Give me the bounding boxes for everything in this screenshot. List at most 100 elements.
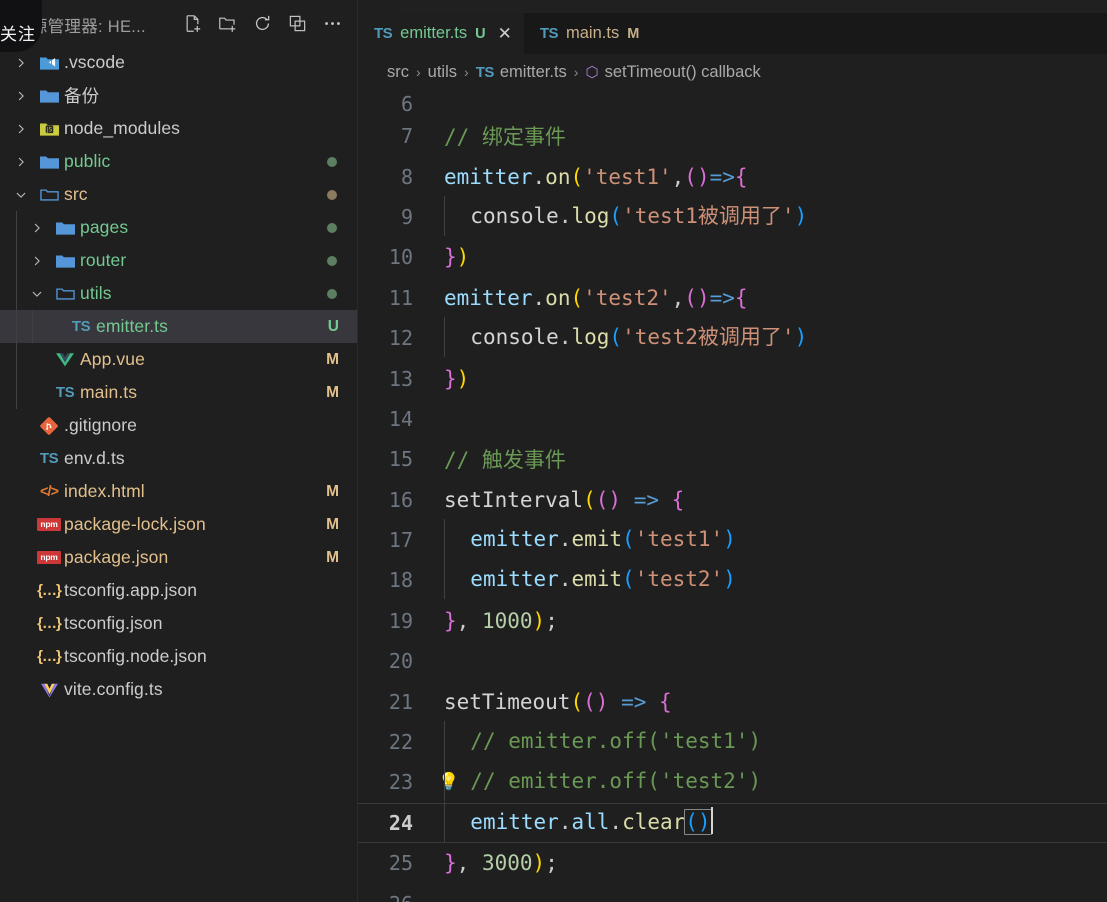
tree-item--gitignore[interactable]: .gitignore <box>0 409 357 442</box>
chevron-right-icon[interactable] <box>8 89 34 103</box>
code-line-text: }) <box>430 245 469 269</box>
tree-item-label: package-lock.json <box>64 514 206 535</box>
tree-item-index-html[interactable]: </>index.htmlM <box>0 475 357 508</box>
new-folder-icon[interactable] <box>216 12 238 34</box>
git-status-badge: U <box>328 318 339 336</box>
code-token: . <box>559 527 572 551</box>
tree-item-main-ts[interactable]: TSmain.tsM <box>0 376 357 409</box>
chevron-down-icon[interactable] <box>8 188 34 202</box>
code-line[interactable]: 7// 绑定事件 <box>358 116 1107 156</box>
code-line[interactable]: 12 console.log('test2被调用了') <box>358 318 1107 358</box>
code-editor[interactable]: 67// 绑定事件8emitter.on('test1',()=>{9 cons… <box>358 90 1107 902</box>
tree-item-src[interactable]: src <box>0 178 357 211</box>
breadcrumb[interactable]: src›utils›TSemitter.ts›⬡setTimeout() cal… <box>358 54 1107 90</box>
code-token: emit <box>571 567 622 591</box>
tree-item-utils[interactable]: utils <box>0 277 357 310</box>
code-line-text: console.log('test2被调用了') <box>430 318 807 358</box>
code-line[interactable]: 6 <box>358 90 1107 116</box>
code-line[interactable]: 8emitter.on('test1',()=>{ <box>358 156 1107 196</box>
code-token: emitter <box>444 286 533 310</box>
code-token: ) <box>596 690 609 714</box>
code-line[interactable]: 13}) <box>358 358 1107 398</box>
code-line[interactable]: 16setInterval(() => { <box>358 480 1107 520</box>
code-line[interactable]: 23💡 // emitter.off('test2') <box>358 762 1107 802</box>
tree-item-router[interactable]: router <box>0 244 357 277</box>
code-token: on <box>545 165 570 189</box>
chevron-right-icon[interactable] <box>8 56 34 70</box>
code-token: ) <box>795 204 808 228</box>
tree-item-package-json[interactable]: npmpackage.jsonM <box>0 541 357 574</box>
tree-item-label: node_modules <box>64 118 180 139</box>
code-line[interactable]: 26 <box>358 883 1107 902</box>
tree-item-app-vue[interactable]: App.vueM <box>0 343 357 376</box>
indent-guide <box>444 559 445 599</box>
new-file-icon[interactable] <box>181 12 203 34</box>
tree-item-public[interactable]: public <box>0 145 357 178</box>
breadcrumb-separator: › <box>573 64 580 80</box>
file-tree[interactable]: .vscode备份JSnode_modulespublicsrcpagesrou… <box>0 46 357 706</box>
code-line[interactable]: 14 <box>358 399 1107 439</box>
code-line[interactable]: 21setTimeout(() => { <box>358 681 1107 721</box>
tree-item-emitter-ts[interactable]: TSemitter.tsU <box>0 310 357 343</box>
vue-file-icon <box>50 352 80 367</box>
code-token: ) <box>697 286 710 310</box>
tree-item--[interactable]: 备份 <box>0 79 357 112</box>
code-token: ; <box>545 609 558 633</box>
ts-file-icon: TS <box>50 384 80 401</box>
chevron-right-icon[interactable] <box>24 254 50 268</box>
editor-tabs[interactable]: TSemitter.tsU✕TSmain.tsM <box>358 13 1107 54</box>
code-line[interactable]: 20 <box>358 641 1107 681</box>
tree-item-node-modules[interactable]: JSnode_modules <box>0 112 357 145</box>
tree-item-pages[interactable]: pages <box>0 211 357 244</box>
editor-tab-main-ts[interactable]: TSmain.tsM <box>524 13 651 54</box>
code-line[interactable]: 24 emitter.all.clear() <box>358 803 1107 843</box>
code-token: ( <box>583 488 596 512</box>
more-actions-icon[interactable] <box>321 12 343 34</box>
indent-guide <box>444 761 445 801</box>
chevron-down-icon[interactable] <box>24 287 50 301</box>
code-token: => <box>710 165 735 189</box>
code-line[interactable]: 25}, 3000); <box>358 843 1107 883</box>
tree-item-env-d-ts[interactable]: TSenv.d.ts <box>0 442 357 475</box>
chevron-right-icon[interactable] <box>8 155 34 169</box>
tree-item--vscode[interactable]: .vscode <box>0 46 357 79</box>
code-token: . <box>533 286 546 310</box>
tree-item-vite-config-ts[interactable]: vite.config.ts <box>0 673 357 706</box>
code-token: } <box>444 367 457 391</box>
close-icon[interactable]: ✕ <box>498 25 512 42</box>
tree-item-package-lock-json[interactable]: npmpackage-lock.jsonM <box>0 508 357 541</box>
breadcrumb-item[interactable]: src <box>387 63 409 82</box>
code-token: . <box>533 165 546 189</box>
code-line-text: // emitter.off('test1') <box>430 722 761 762</box>
code-line[interactable]: 10}) <box>358 237 1107 277</box>
code-line[interactable]: 22 // emitter.off('test1') <box>358 722 1107 762</box>
code-line[interactable]: 9 console.log('test1被调用了') <box>358 197 1107 237</box>
breadcrumb-item[interactable]: utils <box>428 63 457 82</box>
code-line[interactable]: 15// 触发事件 <box>358 439 1107 479</box>
line-number: 20 <box>358 649 430 673</box>
lightbulb-code-action-icon[interactable]: 💡 <box>438 774 459 791</box>
tree-item-tsconfig-node-json[interactable]: {…}tsconfig.node.json <box>0 640 357 673</box>
code-line[interactable]: 19}, 1000); <box>358 601 1107 641</box>
breadcrumb-item[interactable]: setTimeout() callback <box>605 63 761 82</box>
collapse-all-icon[interactable] <box>286 12 308 34</box>
code-line[interactable]: 18 emitter.emit('test2') <box>358 560 1107 600</box>
tree-item-tsconfig-json[interactable]: {…}tsconfig.json <box>0 607 357 640</box>
json-file-icon: {…} <box>34 582 64 599</box>
refresh-icon[interactable] <box>251 12 273 34</box>
breadcrumb-item[interactable]: emitter.ts <box>500 63 567 82</box>
code-token: console <box>470 325 559 349</box>
chevron-right-icon[interactable] <box>8 122 34 136</box>
folder-open-icon <box>50 285 80 302</box>
explorer-header: 资源管理器: HE... <box>0 0 357 46</box>
code-line[interactable]: 11emitter.on('test2',()=>{ <box>358 278 1107 318</box>
json-file-icon: {…} <box>34 615 64 632</box>
code-token: => <box>634 488 659 512</box>
tree-item-tsconfig-app-json[interactable]: {…}tsconfig.app.json <box>0 574 357 607</box>
editor-tab-emitter-ts[interactable]: TSemitter.tsU✕ <box>358 13 524 54</box>
line-number: 6 <box>358 92 430 116</box>
chevron-right-icon[interactable] <box>24 221 50 235</box>
git-status-badge: M <box>326 351 339 369</box>
code-line[interactable]: 17 emitter.emit('test1') <box>358 520 1107 560</box>
line-number: 25 <box>358 851 430 875</box>
